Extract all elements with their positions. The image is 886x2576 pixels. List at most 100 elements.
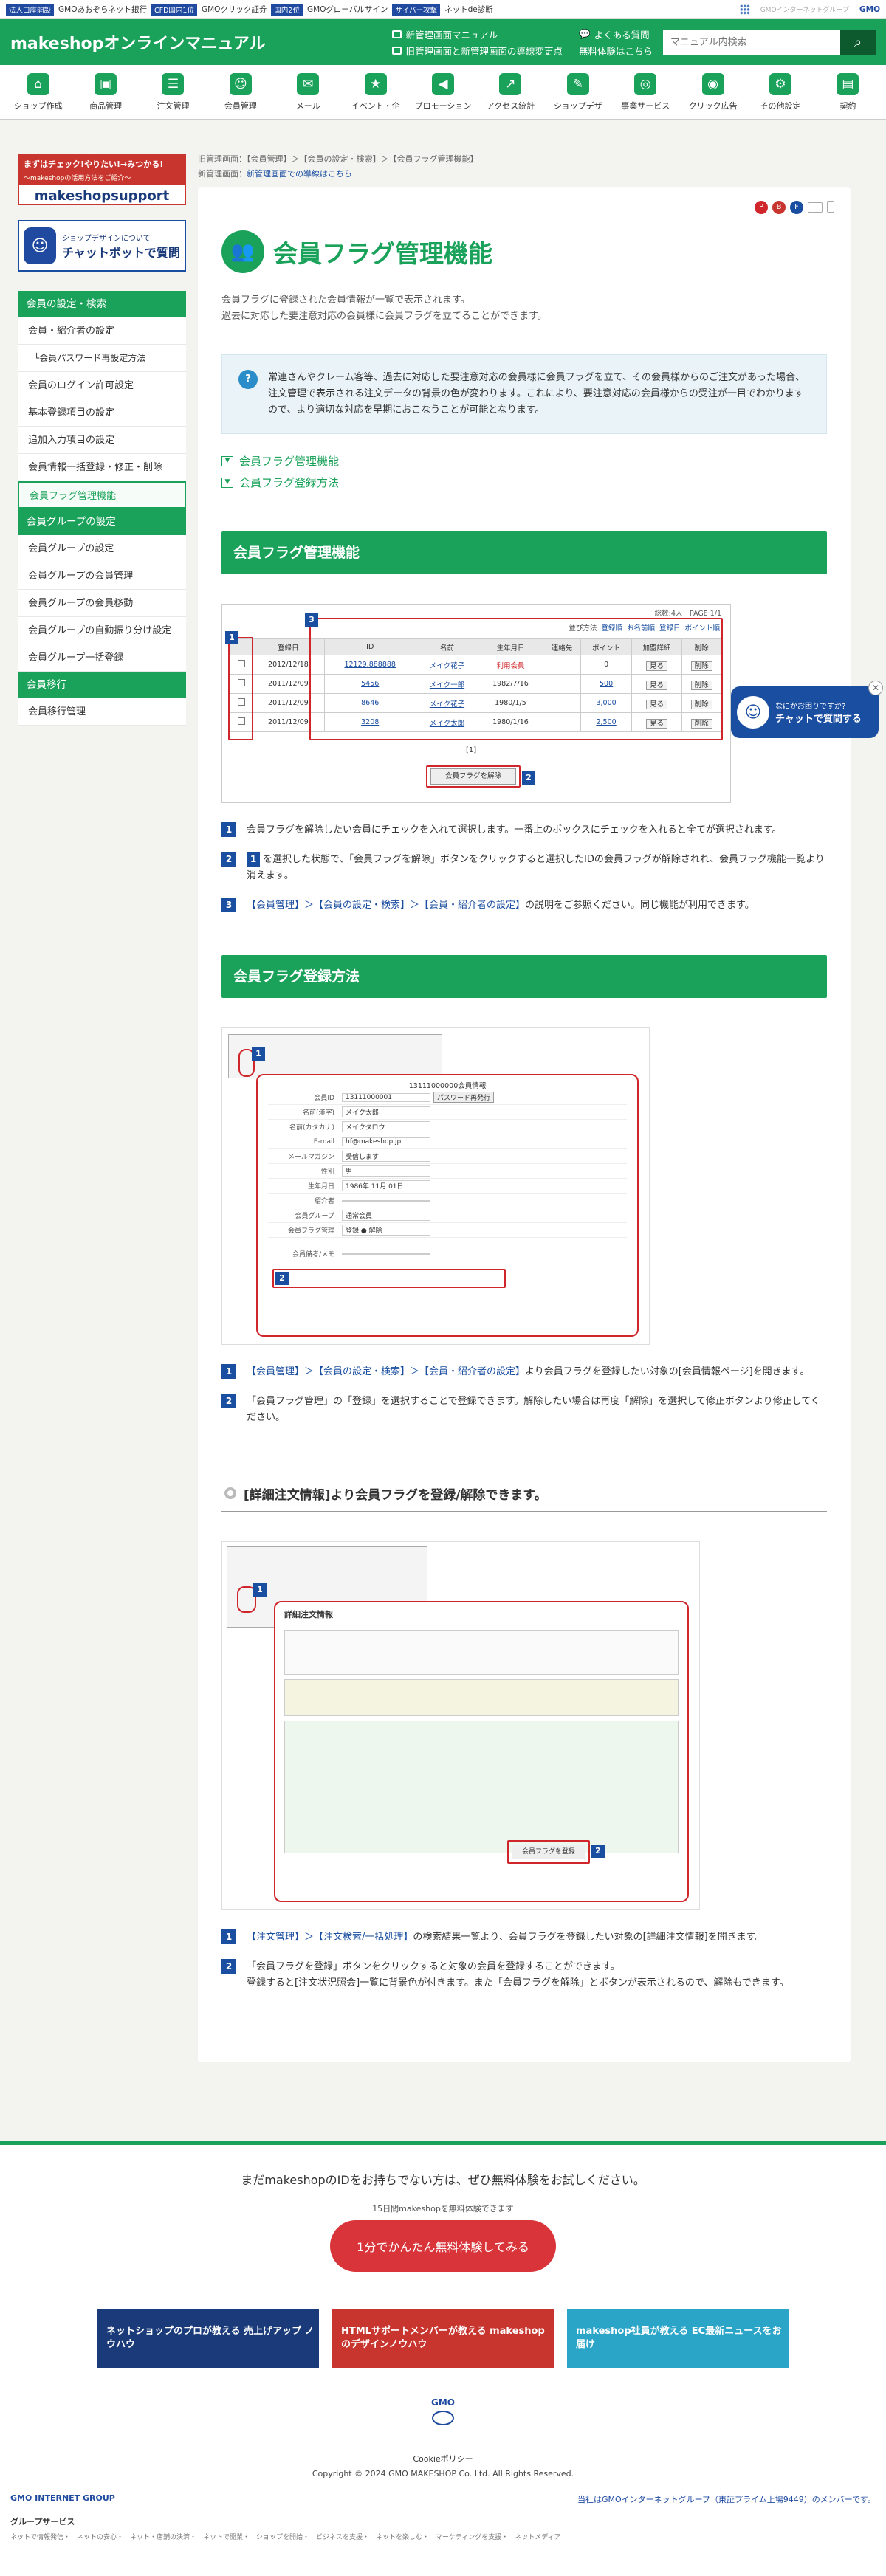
- popup-value[interactable]: 通常会員: [342, 1210, 430, 1221]
- apps-grid-icon[interactable]: [739, 4, 750, 15]
- popup-value[interactable]: メイク太郎: [342, 1106, 430, 1117]
- gmo-group-row: GMO INTERNET GROUP 当社はGMOインターネットグループ（東証プ…: [0, 2493, 886, 2505]
- order-customer-info: [284, 1721, 679, 1853]
- catnav-item[interactable]: ⚙ その他設定: [746, 65, 814, 119]
- catnav-item[interactable]: ✉ メール: [275, 65, 342, 119]
- anchor-link[interactable]: 会員フラグ登録方法: [239, 475, 339, 490]
- sidebar-section-header[interactable]: 会員グループの設定: [18, 509, 186, 535]
- gmobar-link[interactable]: ネットde診断: [444, 4, 493, 15]
- gmobar-tag[interactable]: CFD国内1位: [151, 3, 197, 16]
- catnav-item[interactable]: ☺ 会員管理: [207, 65, 274, 119]
- catnav-item[interactable]: ↗ アクセス統計: [477, 65, 544, 119]
- gmo-brand: GMO: [859, 4, 880, 14]
- site-logo[interactable]: makeshopオンラインマニュアル: [10, 30, 266, 54]
- sidebar-item[interactable]: 基本登録項目の設定: [18, 399, 186, 427]
- gmobar-link[interactable]: GMOグローバルサイン: [307, 4, 388, 15]
- monitor-icon: [392, 30, 402, 38]
- catnav-item[interactable]: ◀ プロモーション: [409, 65, 476, 119]
- search-button[interactable]: ⌕: [840, 30, 876, 55]
- catnav-item[interactable]: ✎ ショップデザ: [544, 65, 611, 119]
- sidebar-item[interactable]: 会員グループ一括登録: [18, 644, 186, 672]
- catnav-item[interactable]: ⌂ ショップ作成: [4, 65, 72, 119]
- category-icon: ▤: [837, 72, 859, 95]
- popup-title: 詳細注文情報: [284, 1610, 333, 1619]
- free-trial-button[interactable]: 1分でかんたん無料体験してみる: [330, 2220, 556, 2272]
- sidebar-item[interactable]: 会員グループの会員移動: [18, 590, 186, 617]
- member-info-screenshot: 13111000000会員情報 会員ID 13111000001 パスワード再発行名…: [222, 1027, 650, 1345]
- popup-row: 性別男: [268, 1164, 627, 1179]
- order-item-table: [284, 1630, 679, 1675]
- support-banner-brand: makeshopsupport: [34, 188, 170, 204]
- popup-value[interactable]: 受信します: [342, 1151, 430, 1162]
- popup-value[interactable]: [342, 1253, 430, 1255]
- anchor-link[interactable]: 会員フラグ管理機能: [239, 453, 339, 469]
- steps-list: 1 会員フラグを解除したい会員にチェックを入れて選択します。一番上のボックスにチェ…: [222, 822, 827, 914]
- step-link[interactable]: 【会員管理】＞【会員の設定・検索】＞【会員・紹介者の設定】: [247, 1366, 525, 1377]
- category-icon: ⌂: [27, 72, 49, 95]
- footer-banner[interactable]: HTMLサポートメンバーが教える makeshopのデザインノウハウ: [332, 2309, 554, 2368]
- popup-value[interactable]: 1986年 11月 01日: [342, 1180, 430, 1191]
- sidebar-item[interactable]: 会員グループの会員管理: [18, 562, 186, 590]
- new-admin-manual-link[interactable]: 新管理画面マニュアル: [392, 27, 563, 41]
- gmobar-tag[interactable]: 国内2位: [271, 3, 303, 16]
- group-services-links[interactable]: ネットで情報発信・ ネットの安心・ ネット・店舗の決済・ ネットで開業・ ショッ…: [0, 2532, 886, 2541]
- catnav-item[interactable]: ★ イベント・企: [342, 65, 409, 119]
- category-icon: ◉: [701, 72, 724, 95]
- member-info-popup: 13111000000会員情報 会員ID 13111000001 パスワード再発行名…: [256, 1074, 639, 1337]
- sidebar-item[interactable]: 会員グループの設定: [18, 535, 186, 562]
- gmobar-tag[interactable]: サイバー攻撃: [392, 3, 441, 16]
- catnav-item[interactable]: ▤ 契約: [814, 65, 882, 119]
- step-link[interactable]: 【会員管理】＞【会員の設定・検索】＞【会員・紹介者の設定】: [247, 900, 525, 911]
- sidebar-section-header[interactable]: 会員の設定・検索: [18, 291, 186, 317]
- sidebar-item[interactable]: 会員移行管理: [18, 698, 186, 726]
- popup-value[interactable]: 男: [342, 1165, 430, 1177]
- popup-value[interactable]: 13111000001: [342, 1092, 430, 1102]
- faq-link[interactable]: 💬 よくある質問: [579, 27, 653, 41]
- catnav-label: 注文管理: [157, 100, 190, 111]
- admin-change-link[interactable]: 旧管理画面と新管理画面の導線変更点: [392, 44, 563, 58]
- section-heading: 会員フラグ管理機能: [222, 531, 827, 574]
- free-trial-link[interactable]: 無料体験はこちら: [579, 44, 653, 58]
- popup-label: 会員フラグ管理: [287, 1227, 334, 1235]
- footer-banner[interactable]: makeshop社員が教える EC最新ニュースをお届け: [567, 2309, 789, 2368]
- member-flag-list-screenshot: 総数:4人 PAGE 1/1 並び方法 登録順 お名前順 登録日 ポイント順 登…: [222, 604, 731, 803]
- chatbot-banner[interactable]: ☺ ショップデザインについて チャットボットで質問: [18, 220, 186, 272]
- cookie-policy-link[interactable]: Cookieポリシー: [413, 2454, 473, 2464]
- gmo-group-logo[interactable]: GMO INTERNET GROUP: [10, 2493, 115, 2505]
- sidebar-item[interactable]: └会員パスワード再設定方法: [18, 345, 186, 372]
- order-detail-screenshot: 詳細注文情報 会員フラグを登録 1 2: [222, 1541, 700, 1910]
- smartphone-icon: [827, 201, 834, 213]
- gmobar-link[interactable]: GMOクリック証券: [202, 4, 267, 15]
- catnav-item[interactable]: ▣ 商品管理: [72, 65, 139, 119]
- popup-value[interactable]: [342, 1199, 430, 1202]
- popup-value[interactable]: 登録 ● 解除: [342, 1225, 430, 1236]
- sidebar-item[interactable]: 会員情報一括登録・修正・削除: [18, 454, 186, 481]
- sidebar-item[interactable]: 追加入力項目の設定: [18, 427, 186, 454]
- catnav-item[interactable]: ☰ 注文管理: [140, 65, 207, 119]
- sidebar-item[interactable]: 会員フラグ管理機能: [18, 481, 186, 509]
- step-link[interactable]: 【注文管理】＞【注文検索/一括処理】: [247, 1932, 413, 1943]
- breadcrumb-new-link[interactable]: 新管理画面での導線はこちら: [247, 169, 352, 179]
- gmobar-link[interactable]: GMOあおぞらネット銀行: [58, 4, 147, 15]
- close-icon[interactable]: ✕: [868, 681, 883, 695]
- callout-number: 2: [591, 1845, 605, 1858]
- support-banner[interactable]: まずはチェック!やりたい!→みつかる! ～makeshopの活用方法をご紹介～ …: [18, 154, 186, 205]
- password-reissue-button[interactable]: パスワード再発行: [433, 1092, 495, 1103]
- sidebar-item[interactable]: 会員・紹介者の設定: [18, 317, 186, 345]
- popup-value[interactable]: メイクタロウ: [342, 1121, 430, 1132]
- monitor-icon: [392, 46, 402, 55]
- sidebar-item[interactable]: 会員のログイン許可設定: [18, 372, 186, 399]
- gmobar-tag[interactable]: 法人口座開設: [6, 3, 55, 16]
- popup-row: 会員ID 13111000001 パスワード再発行: [268, 1090, 627, 1105]
- catnav-item[interactable]: ◉ クリック広告: [679, 65, 746, 119]
- footer-banner[interactable]: ネットショップのプロが教える 売上げアップ ノウハウ: [97, 2309, 319, 2368]
- sidebar-section-header[interactable]: 会員移行: [18, 672, 186, 698]
- step-text: 「会員フラグ管理」の「登録」を選択することで登録できます。解除したい場合は再度「…: [247, 1396, 820, 1423]
- search-input[interactable]: [663, 30, 840, 55]
- chat-float-button[interactable]: ☺ なにかお困りですか? チャットで質問する ✕: [731, 681, 883, 738]
- step-text: の検索結果一覧より、会員フラグを登録したい対象の[詳細注文情報]を開きます。: [413, 1932, 765, 1943]
- highlight-box: [272, 1269, 506, 1288]
- catnav-item[interactable]: ◎ 事業サービス: [612, 65, 679, 119]
- popup-value[interactable]: hf@makeshop.jp: [342, 1137, 430, 1146]
- sidebar-item[interactable]: 会員グループの自動振り分け設定: [18, 617, 186, 644]
